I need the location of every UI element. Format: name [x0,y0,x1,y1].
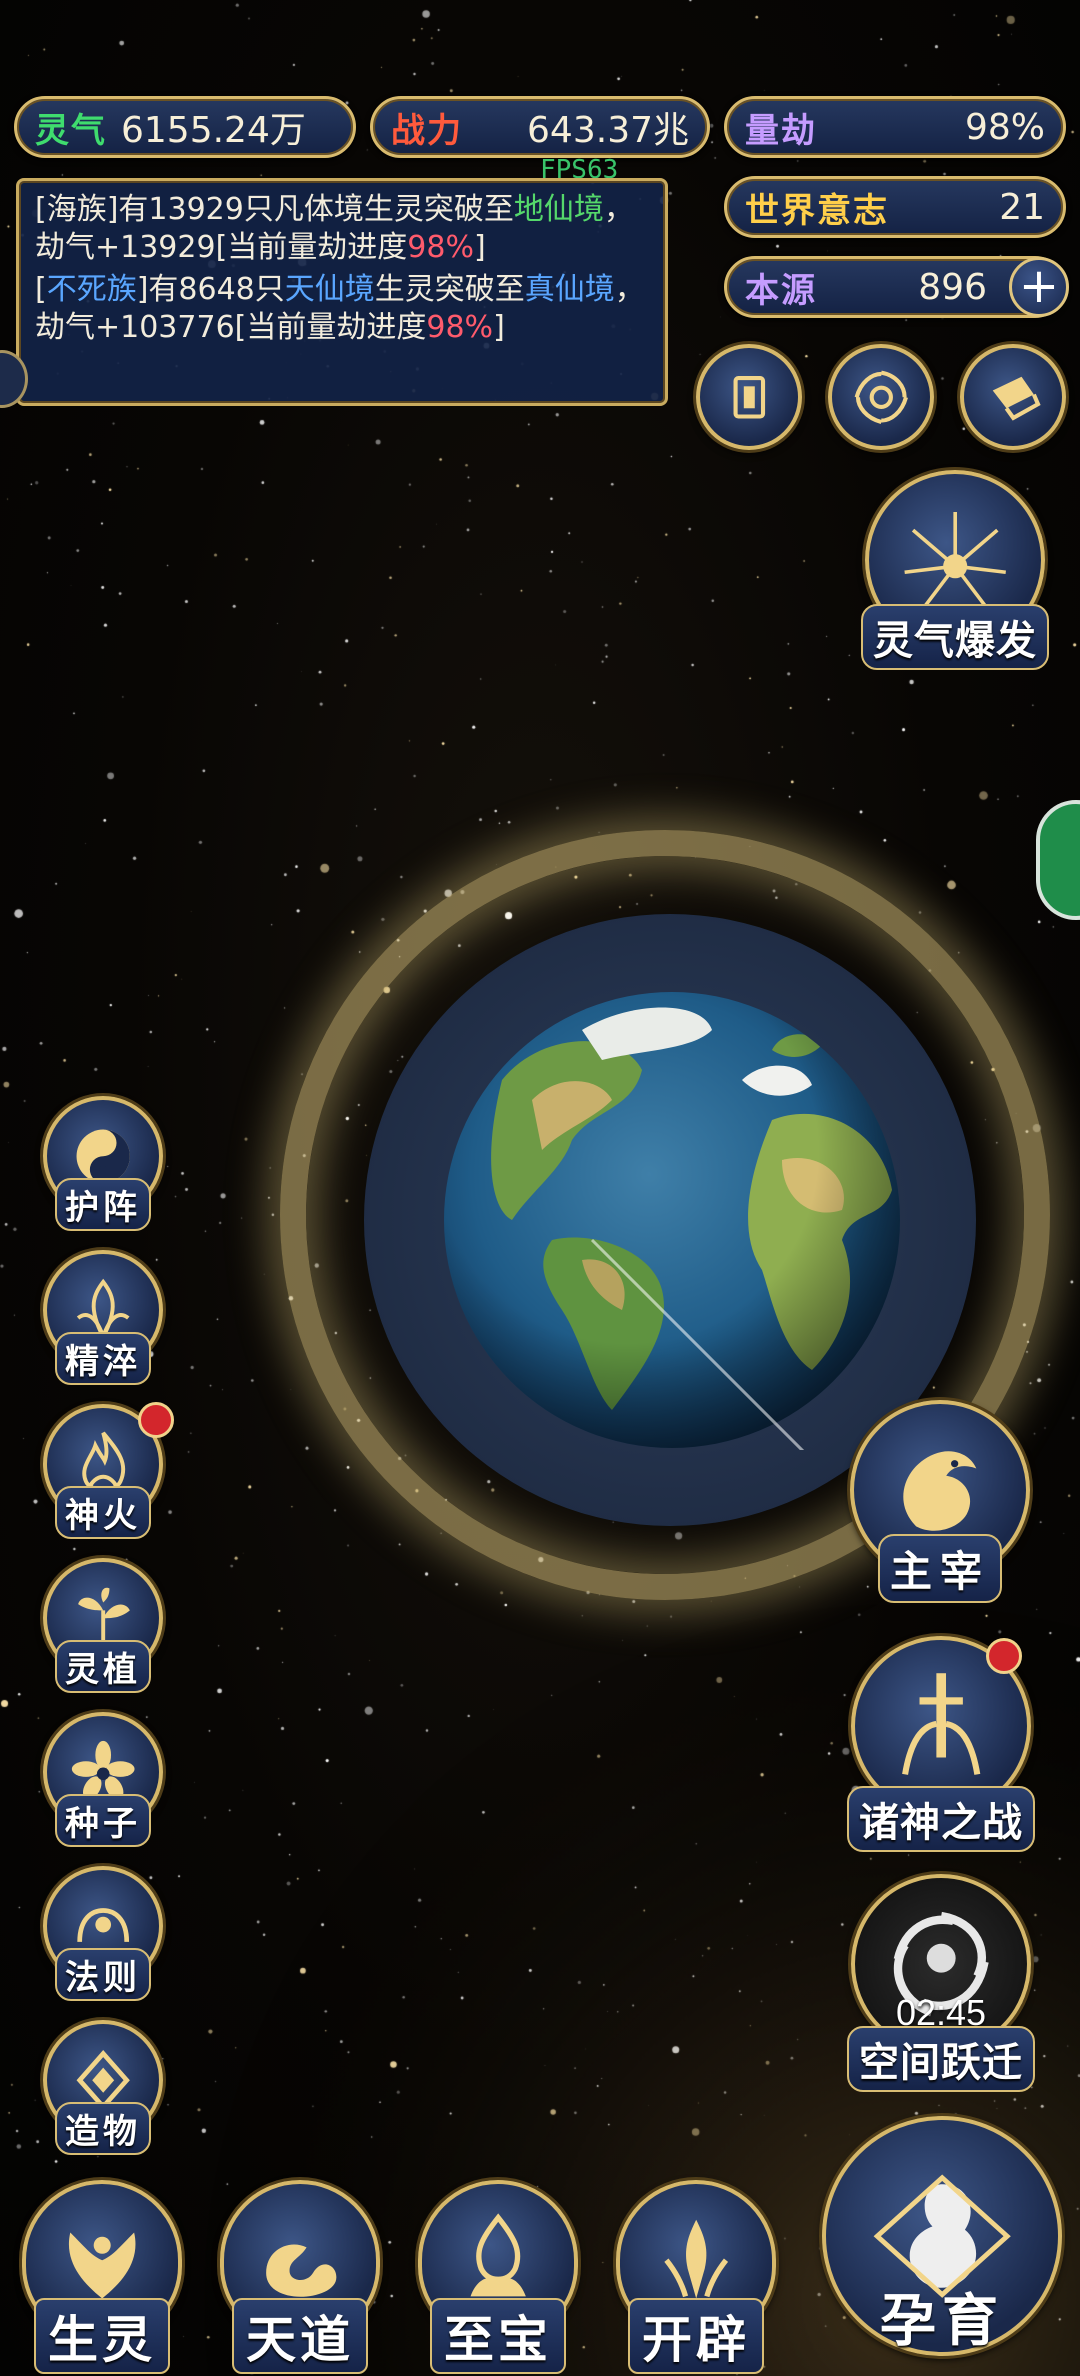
liangjie-value: 98% [964,106,1045,148]
log-message: [不死族]有8648只天仙境生灵突破至真仙境，劫气+103776[当前量劫进度9… [35,271,649,347]
space-jump-widget[interactable]: 02:45 空间跃迁 [836,1874,1046,2092]
side-button[interactable]: 精淬 [38,1250,168,1385]
nav-label: 至宝 [430,2298,566,2374]
lingqi-value: 6155.24万 [121,110,306,151]
liangjie-stat[interactable]: 量劫 98% [724,96,1066,158]
scroll-icon [992,376,1041,421]
zhanli-value: 643.37兆 [527,110,689,151]
nav-label: 生灵 [34,2298,170,2374]
vortex-icon [854,370,908,424]
cards-icon [733,375,765,419]
origin-stat[interactable]: 本源 896 + [724,256,1069,318]
lingqi-stat: 灵气 6155.24万 [14,96,356,158]
side-button[interactable]: 种子 [38,1712,168,1847]
event-log[interactable]: [海族]有13929只凡体境生灵突破至地仙境，劫气+13929[当前量劫进度98… [16,178,668,406]
sword-icon [901,1673,981,1775]
scroll-button[interactable] [960,344,1066,450]
space-jump-label: 空间跃迁 [847,2026,1035,2092]
log-text-segment: 98% [426,310,494,345]
chat-bubble-button[interactable] [1036,800,1080,920]
liangjie-label: 量劫 [745,110,817,151]
log-text-segment: ] [473,230,486,265]
lord-label: 主宰 [877,1534,1003,1603]
world-will-label: 世界意志 [745,190,889,231]
side-button[interactable]: 神火 [38,1402,174,1539]
log-text-segment: 98% [407,230,474,265]
log-message: [海族]有13929只凡体境生灵突破至地仙境，劫气+13929[当前量劫进度98… [35,191,649,267]
side-button-label: 法则 [55,1948,151,2001]
side-button[interactable]: 造物 [38,2020,168,2155]
side-button-label: 造物 [55,2102,151,2155]
side-button[interactable]: 灵植 [38,1558,168,1693]
world-will-value: 21 [999,186,1045,228]
log-text-segment: ]有8648只 [136,272,285,307]
nav-tab[interactable]: 生灵 [8,2180,196,2376]
log-text-segment: [ [35,272,47,307]
war-notification-badge [986,1638,1022,1674]
side-button-label: 护阵 [55,1178,151,1231]
nav-tab[interactable]: 天道 [206,2180,394,2376]
zhanli-stat: 战力 643.37兆 [370,96,710,158]
side-button-label: 精淬 [55,1332,151,1385]
lord-widget[interactable]: 主宰 [840,1400,1040,1610]
war-label: 诸神之战 [847,1786,1035,1852]
log-text-segment: 不死族 [46,272,137,307]
burst-label: 灵气爆发 [861,604,1049,670]
cards-button[interactable] [696,344,802,450]
world-will-stat[interactable]: 世界意志 21 [724,176,1066,238]
origin-label: 本源 [745,270,817,311]
lingqi-label: 灵气 [35,110,107,151]
nav-tab[interactable]: 至宝 [404,2180,592,2376]
side-button-label: 灵植 [55,1640,151,1693]
side-button[interactable]: 法则 [38,1866,168,2001]
log-text-segment: 天仙境 [284,272,375,307]
game-screen: 灵气 6155.24万 战力 643.37兆 量劫 98% 世界意志 21 本源… [0,0,1080,2376]
zhanli-label: 战力 [391,110,463,151]
burst-icon [904,511,1006,607]
log-text-segment: 真仙境 [524,272,615,307]
log-text-segment: 地仙境 [513,192,604,227]
side-button-label: 神火 [55,1486,151,1539]
vortex-button[interactable] [828,344,934,450]
log-text-segment: ] [493,310,505,345]
nurture-label: 孕育 [880,2289,1004,2354]
earth-globe[interactable] [442,990,902,1450]
nav-label: 开辟 [628,2298,764,2374]
origin-value: 896 [918,266,987,308]
nurture-widget[interactable]: 孕育 [812,2116,1072,2376]
side-button-label: 种子 [55,1794,151,1847]
notification-badge [138,1402,174,1438]
log-text-segment: [海族]有13929只凡体境生灵突破至 [35,192,514,227]
side-button[interactable]: 护阵 [38,1096,168,1231]
nav-label: 天道 [232,2298,368,2374]
dragon-icon [903,1451,977,1531]
nav-tab[interactable]: 开辟 [602,2180,790,2376]
war-widget[interactable]: 诸神之战 [836,1636,1046,1852]
log-text-segment: 生灵突破至 [374,272,525,307]
add-origin-button[interactable]: + [1009,257,1069,317]
burst-widget[interactable]: 灵气爆发 [860,470,1050,680]
